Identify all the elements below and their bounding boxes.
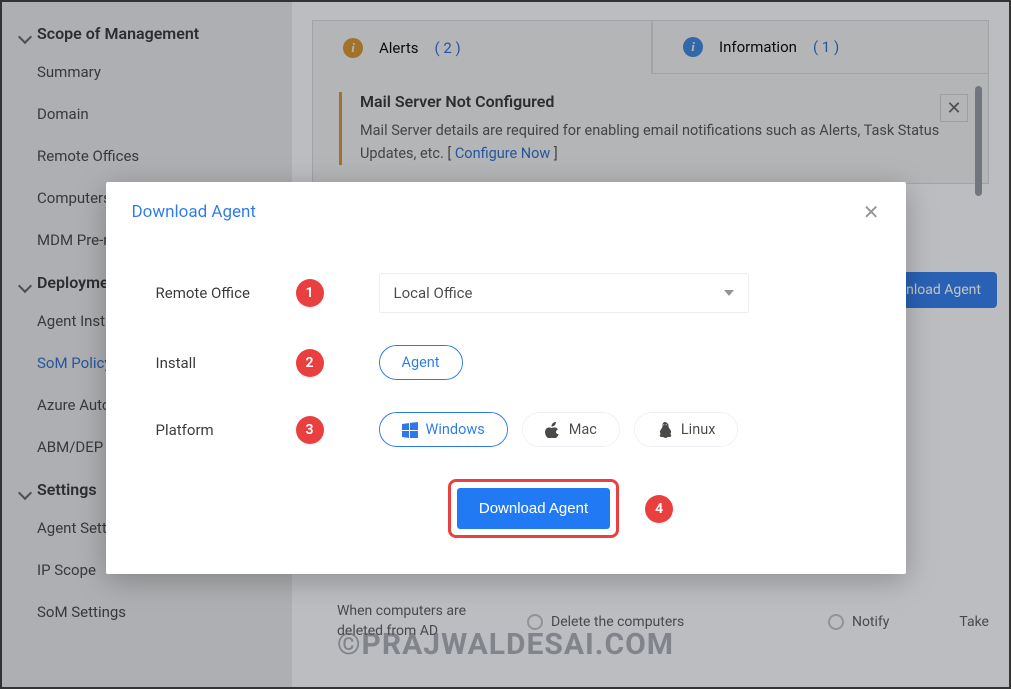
modal-close-button[interactable]: ✕ [863,200,880,224]
modal-overlay: Download Agent ✕ Remote Office 1 Local O… [2,2,1009,687]
step-badge-3: 3 [296,416,324,444]
download-agent-modal: Download Agent ✕ Remote Office 1 Local O… [106,182,906,574]
label-install: Install [156,354,296,372]
platform-windows-label: Windows [426,421,485,438]
platform-linux-label: Linux [681,421,716,438]
platform-mac-label: Mac [569,421,597,438]
form-row-install: Install 2 Agent [156,345,876,380]
modal-header: Download Agent ✕ [106,182,906,243]
chevron-down-icon [724,290,734,296]
modal-title: Download Agent [132,202,257,222]
remote-office-value: Local Office [394,284,473,302]
platform-option-windows[interactable]: Windows [379,412,508,447]
submit-highlight: Download Agent [448,479,619,538]
form-row-platform: Platform 3 Windows Mac Linux [156,412,876,447]
form-row-remote-office: Remote Office 1 Local Office [156,273,876,313]
step-badge-4: 4 [645,495,673,523]
windows-icon [402,422,418,438]
install-option-agent[interactable]: Agent [379,345,463,380]
step-badge-1: 1 [296,279,324,307]
platform-option-linux[interactable]: Linux [634,412,739,447]
platform-option-mac[interactable]: Mac [522,412,620,447]
download-agent-button[interactable]: Download Agent [457,488,610,529]
modal-body: Remote Office 1 Local Office Install 2 A… [106,243,906,574]
label-remote-office: Remote Office [156,284,296,302]
label-platform: Platform [156,421,296,439]
linux-icon [657,422,673,438]
submit-row: Download Agent 4 [156,479,876,538]
remote-office-select[interactable]: Local Office [379,273,749,313]
apple-icon [545,422,561,438]
step-badge-2: 2 [296,349,324,377]
